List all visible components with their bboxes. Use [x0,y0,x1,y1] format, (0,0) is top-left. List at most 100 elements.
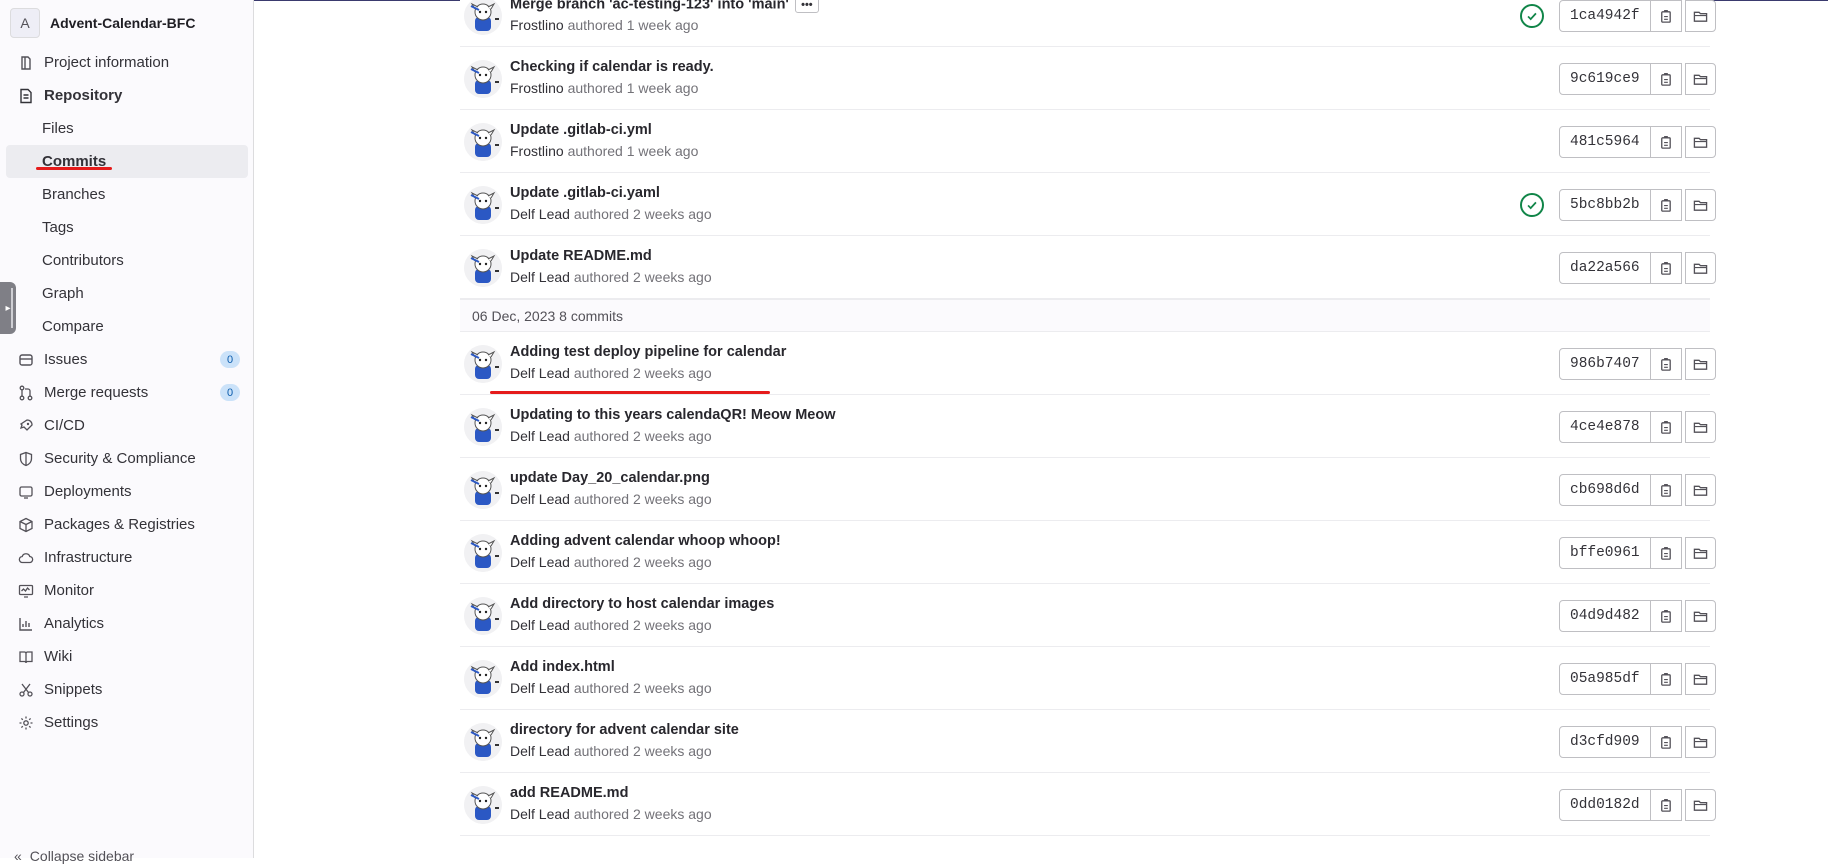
commit-title-link[interactable]: Adding test deploy pipeline for calendar [510,344,786,360]
sidebar-item-infrastructure[interactable]: Infrastructure [0,541,254,574]
author-avatar[interactable] [464,123,502,161]
commit-author-link[interactable]: Frostlino [510,17,564,33]
sidebar-item-compare[interactable]: Compare [0,310,254,343]
browse-files-button[interactable] [1684,600,1716,632]
collapse-sidebar-button[interactable]: « Collapse sidebar [14,848,134,864]
commit-author-link[interactable]: Delf Lead [510,743,570,759]
commit-sha-label[interactable]: 0dd0182d [1559,789,1651,821]
browse-files-button[interactable] [1684,726,1716,758]
commit-author-link[interactable]: Delf Lead [510,365,570,381]
commit-row[interactable]: Adding advent calendar whoop whoop! Delf … [460,521,1716,584]
commit-row[interactable]: Merge branch 'ac-testing-123' into 'main… [460,0,1716,47]
commit-title-link[interactable]: Update .gitlab-ci.yaml [510,185,660,201]
pipeline-passed-icon[interactable] [1520,4,1544,28]
sidebar-item-wiki[interactable]: Wiki [0,640,254,673]
commit-title-link[interactable]: update Day_20_calendar.png [510,470,710,486]
commit-sha-label[interactable]: 5bc8bb2b [1559,189,1651,221]
sidebar-item-snippets[interactable]: Snippets [0,673,254,706]
commit-author-link[interactable]: Delf Lead [510,617,570,633]
commit-row[interactable]: Update README.md Delf Lead authored 2 wee… [460,236,1716,299]
browse-files-button[interactable] [1684,0,1716,32]
sidebar-item-issues[interactable]: Issues 0 [0,343,254,376]
browse-files-button[interactable] [1684,789,1716,821]
browse-files-button[interactable] [1684,252,1716,284]
author-avatar[interactable] [464,723,502,761]
commit-author-link[interactable]: Delf Lead [510,554,570,570]
commit-sha-label[interactable]: 05a985df [1559,663,1651,695]
commit-title-link[interactable]: Adding advent calendar whoop whoop! [510,533,781,549]
commit-title-link[interactable]: Checking if calendar is ready. [510,59,714,75]
sidebar-item-monitor[interactable]: Monitor [0,574,254,607]
commit-sha-label[interactable]: 481c5964 [1559,126,1651,158]
browse-files-button[interactable] [1684,348,1716,380]
toggle-commit-description-button[interactable]: ••• [794,0,819,13]
commit-title-link[interactable]: Add index.html [510,659,615,675]
commit-row[interactable]: Add directory to host calendar images Del… [460,584,1716,647]
sidebar-item-files[interactable]: Files [0,112,254,145]
sidebar-item-deployments[interactable]: Deployments [0,475,254,508]
commit-row[interactable]: add README.md Delf Lead authored 2 weeks … [460,773,1716,836]
author-avatar[interactable] [464,786,502,824]
commit-sha-label[interactable]: 4ce4e878 [1559,411,1651,443]
commit-row[interactable]: Update .gitlab-ci.yaml Delf Lead authored… [460,173,1716,236]
sidebar-item-ci-cd[interactable]: CI/CD [0,409,254,442]
commit-author-link[interactable]: Delf Lead [510,206,570,222]
sidebar-item-commits[interactable]: Commits [6,145,248,178]
copy-sha-button[interactable] [1650,789,1682,821]
copy-sha-button[interactable] [1650,726,1682,758]
browse-files-button[interactable] [1684,189,1716,221]
author-avatar[interactable] [464,186,502,224]
commit-row[interactable]: Updating to this years calendaQR! Meow M… [460,395,1716,458]
commit-row[interactable]: Add index.html Delf Lead authored 2 weeks… [460,647,1716,710]
sidebar-toggle-handle[interactable]: ▸ [0,282,16,334]
commit-sha-label[interactable]: bffe0961 [1559,537,1651,569]
sidebar-item-packages-registries[interactable]: Packages & Registries [0,508,254,541]
pipeline-passed-icon[interactable] [1520,193,1544,217]
commit-sha-label[interactable]: da22a566 [1559,252,1651,284]
sidebar-item-settings[interactable]: Settings [0,706,254,739]
browse-files-button[interactable] [1684,537,1716,569]
copy-sha-button[interactable] [1650,411,1682,443]
commit-sha-label[interactable]: cb698d6d [1559,474,1651,506]
sidebar-item-branches[interactable]: Branches [0,178,254,211]
commit-author-link[interactable]: Frostlino [510,143,564,159]
commit-title-link[interactable]: Merge branch 'ac-testing-123' into 'main… [510,0,789,12]
commit-row[interactable]: Update .gitlab-ci.yml Frostlino authored … [460,110,1716,173]
sidebar-item-tags[interactable]: Tags [0,211,254,244]
commit-title-link[interactable]: Updating to this years calendaQR! Meow M… [510,407,836,423]
copy-sha-button[interactable] [1650,63,1682,95]
browse-files-button[interactable] [1684,63,1716,95]
author-avatar[interactable] [464,597,502,635]
commit-title-link[interactable]: Add directory to host calendar images [510,596,774,612]
copy-sha-button[interactable] [1650,252,1682,284]
sidebar-item-merge-requests[interactable]: Merge requests 0 [0,376,254,409]
commit-row[interactable]: Adding test deploy pipeline for calendar… [460,332,1716,395]
browse-files-button[interactable] [1684,126,1716,158]
browse-files-button[interactable] [1684,474,1716,506]
commit-title-link[interactable]: Update .gitlab-ci.yml [510,122,652,138]
commit-row[interactable]: directory for advent calendar site Delf L… [460,710,1716,773]
author-avatar[interactable] [464,534,502,572]
copy-sha-button[interactable] [1650,663,1682,695]
author-avatar[interactable] [464,249,502,287]
commit-author-link[interactable]: Delf Lead [510,269,570,285]
copy-sha-button[interactable] [1650,0,1682,32]
copy-sha-button[interactable] [1650,348,1682,380]
browse-files-button[interactable] [1684,411,1716,443]
commit-sha-label[interactable]: 04d9d482 [1559,600,1651,632]
author-avatar[interactable] [464,471,502,509]
copy-sha-button[interactable] [1650,189,1682,221]
commit-sha-label[interactable]: 9c619ce9 [1559,63,1651,95]
browse-files-button[interactable] [1684,663,1716,695]
commit-title-link[interactable]: add README.md [510,785,628,801]
sidebar-item-security-compliance[interactable]: Security & Compliance [0,442,254,475]
commit-author-link[interactable]: Delf Lead [510,491,570,507]
author-avatar[interactable] [464,0,502,35]
author-avatar[interactable] [464,660,502,698]
copy-sha-button[interactable] [1650,126,1682,158]
author-avatar[interactable] [464,345,502,383]
sidebar-item-graph[interactable]: Graph [0,277,254,310]
commit-title-link[interactable]: directory for advent calendar site [510,722,739,738]
commit-author-link[interactable]: Delf Lead [510,428,570,444]
commit-sha-label[interactable]: d3cfd909 [1559,726,1651,758]
